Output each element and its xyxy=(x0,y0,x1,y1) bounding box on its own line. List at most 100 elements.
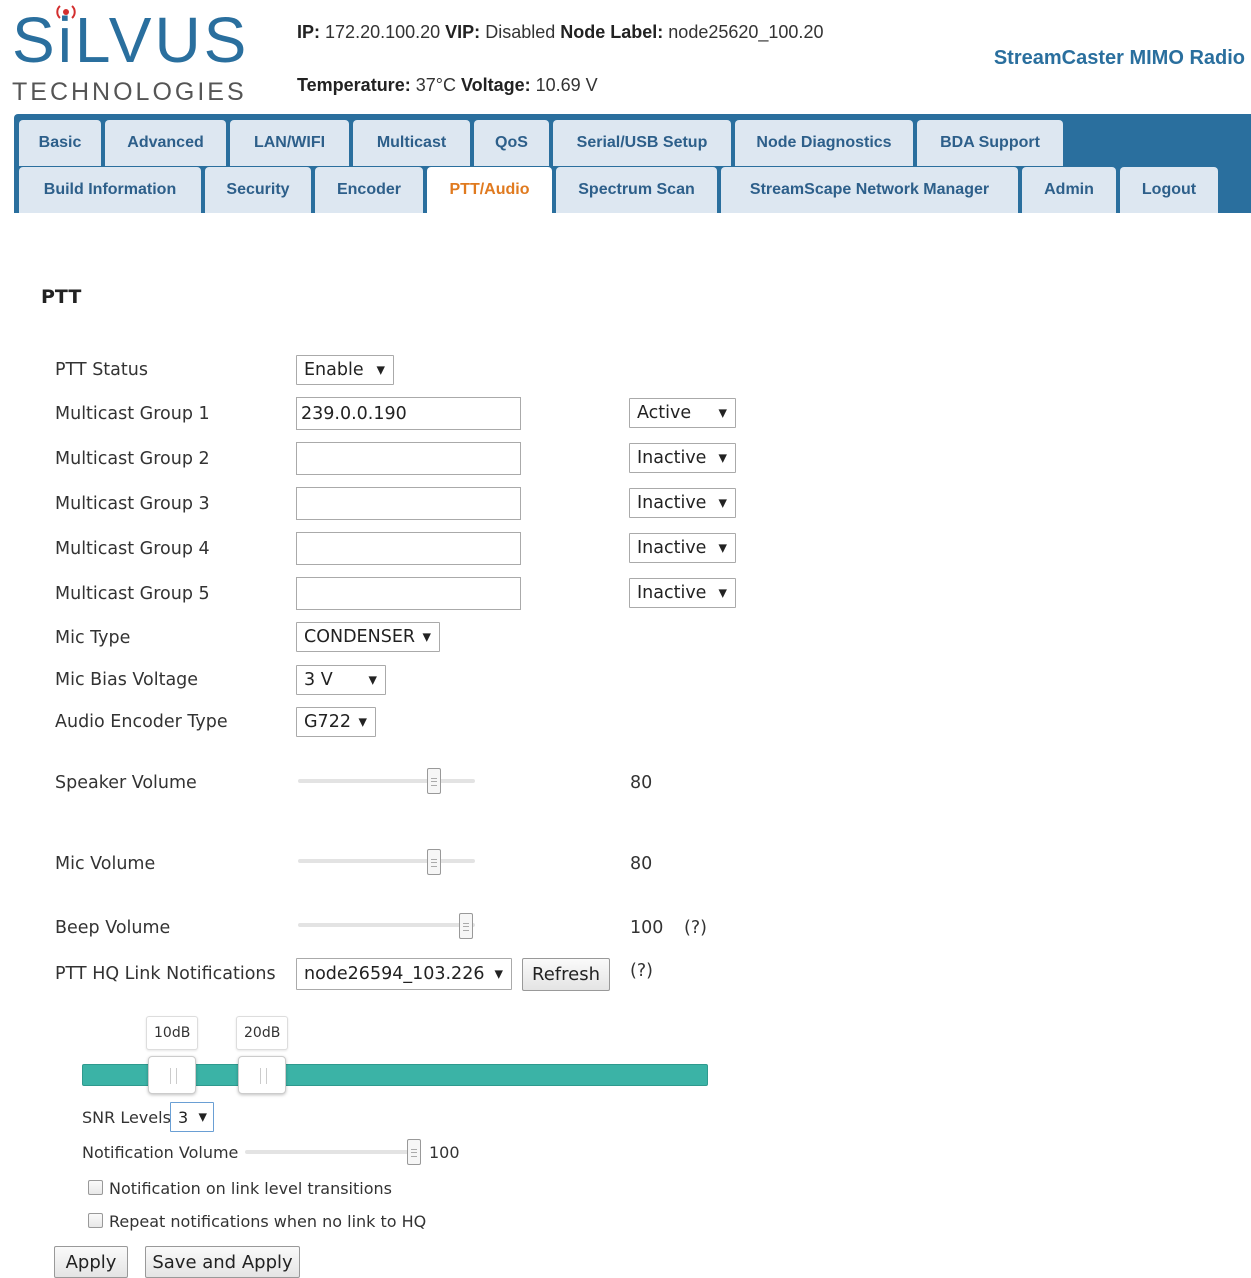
mic-volume-slider[interactable] xyxy=(298,859,475,863)
tab-bar: Basic Advanced LAN/WIFI Multicast QoS Se… xyxy=(14,114,1251,213)
logo-i-with-signal: i xyxy=(56,5,76,72)
node-label-value: node25620_100.20 xyxy=(668,22,824,42)
snr-low-handle[interactable] xyxy=(148,1056,196,1094)
temperature-label: Temperature: xyxy=(297,75,411,95)
multicast-group-2-input[interactable] xyxy=(296,442,521,475)
ptt-status-value: Enable xyxy=(304,360,364,380)
multicast-group-3-state-select[interactable]: Inactive ▼ xyxy=(629,488,736,518)
logo-subtitle: TECHNOLOGIES xyxy=(12,78,247,106)
notify-transitions-checkbox[interactable] xyxy=(88,1180,103,1195)
notification-volume-slider[interactable] xyxy=(245,1150,421,1154)
dropdown-arrow-icon: ▼ xyxy=(422,630,431,644)
mic-type-select[interactable]: CONDENSER ▼ xyxy=(296,622,440,652)
notification-volume-label: Notification Volume xyxy=(82,1143,239,1162)
multicast-group-5-label: Multicast Group 5 xyxy=(55,584,210,604)
hq-help-link[interactable]: (?) xyxy=(630,961,653,981)
dropdown-arrow-icon: ▼ xyxy=(718,541,727,555)
multicast-group-2-state-select[interactable]: Inactive ▼ xyxy=(629,443,736,473)
tab-spectrum-scan[interactable]: Spectrum Scan xyxy=(556,167,717,213)
mic-type-label: Mic Type xyxy=(55,628,131,648)
speaker-volume-value: 80 xyxy=(630,773,653,793)
multicast-group-2-label: Multicast Group 2 xyxy=(55,449,210,469)
tab-build-information[interactable]: Build Information xyxy=(19,167,201,213)
mic-volume-handle[interactable] xyxy=(427,849,441,875)
multicast-group-3-input[interactable] xyxy=(296,487,521,520)
beep-volume-slider[interactable] xyxy=(298,923,475,927)
multicast-group-5-state-select[interactable]: Inactive ▼ xyxy=(629,578,736,608)
dropdown-arrow-icon: ▼ xyxy=(718,406,727,420)
tab-lan-wifi[interactable]: LAN/WIFI xyxy=(230,120,349,166)
mic-volume-label: Mic Volume xyxy=(55,854,156,874)
tab-ptt-audio[interactable]: PTT/Audio xyxy=(427,167,552,213)
multicast-group-2-state: Inactive xyxy=(637,448,707,468)
beep-volume-help-link[interactable]: (?) xyxy=(684,918,707,938)
multicast-group-1-input[interactable]: 239.0.0.190 xyxy=(296,397,521,430)
speaker-volume-handle[interactable] xyxy=(427,768,441,794)
apply-button[interactable]: Apply xyxy=(54,1246,128,1278)
dropdown-arrow-icon: ▼ xyxy=(494,967,503,981)
multicast-group-4-state-select[interactable]: Inactive ▼ xyxy=(629,533,736,563)
status-line-2: Temperature: 37°C Voltage: 10.69 V xyxy=(297,75,598,96)
product-name: StreamCaster MIMO Radio xyxy=(993,47,1245,69)
multicast-group-4-state: Inactive xyxy=(637,538,707,558)
tab-multicast[interactable]: Multicast xyxy=(353,120,470,166)
tab-basic[interactable]: Basic xyxy=(19,120,101,166)
mic-volume-value: 80 xyxy=(630,854,653,874)
vip-label: VIP: xyxy=(445,22,481,42)
dropdown-arrow-icon: ▼ xyxy=(368,673,377,687)
multicast-group-4-label: Multicast Group 4 xyxy=(55,539,210,559)
logo-letters-lvus: LVUS xyxy=(74,4,250,76)
audio-encoder-select[interactable]: G722 ▼ xyxy=(296,707,376,737)
temperature-value: 37°C xyxy=(415,75,456,95)
node-label-label: Node Label: xyxy=(560,22,664,42)
silvus-logo: SiLVUS TECHNOLOGIES xyxy=(12,4,272,108)
tab-qos[interactable]: QoS xyxy=(474,120,549,166)
tab-admin[interactable]: Admin xyxy=(1022,167,1116,213)
tab-security[interactable]: Security xyxy=(205,167,311,213)
dropdown-arrow-icon: ▼ xyxy=(376,363,385,377)
snr-levels-label: SNR Levels xyxy=(82,1108,171,1127)
mic-bias-select[interactable]: 3 V ▼ xyxy=(296,665,386,695)
ptt-section-title: PTT xyxy=(41,286,82,308)
hq-link-notifications-label: PTT HQ Link Notifications xyxy=(55,964,276,984)
dropdown-arrow-icon: ▼ xyxy=(718,586,727,600)
beep-volume-label: Beep Volume xyxy=(55,918,171,938)
voltage-label: Voltage: xyxy=(460,75,531,95)
logo-wordmark: SiLVUS xyxy=(12,5,249,72)
speaker-volume-label: Speaker Volume xyxy=(55,773,197,793)
hq-node-select[interactable]: node26594_103.226 ▼ xyxy=(296,958,512,990)
refresh-button[interactable]: Refresh xyxy=(522,958,610,991)
tab-advanced[interactable]: Advanced xyxy=(105,120,226,166)
repeat-notifications-label: Repeat notifications when no link to HQ xyxy=(109,1212,427,1231)
ptt-status-select[interactable]: Enable ▼ xyxy=(296,355,394,385)
multicast-group-5-state: Inactive xyxy=(637,583,707,603)
tab-streamscape-network-manager[interactable]: StreamScape Network Manager xyxy=(721,167,1018,213)
beep-volume-value: 100 xyxy=(630,918,664,938)
tab-node-diagnostics[interactable]: Node Diagnostics xyxy=(735,120,913,166)
multicast-group-1-state: Active xyxy=(637,403,692,423)
vip-value: Disabled xyxy=(485,22,556,42)
audio-encoder-value: G722 xyxy=(304,712,351,732)
mic-bias-label: Mic Bias Voltage xyxy=(55,670,199,690)
tab-bda-support[interactable]: BDA Support xyxy=(917,120,1063,166)
notification-volume-handle[interactable] xyxy=(407,1139,421,1165)
save-and-apply-button[interactable]: Save and Apply xyxy=(145,1246,300,1278)
dropdown-arrow-icon: ▼ xyxy=(718,496,727,510)
snr-high-handle[interactable] xyxy=(238,1056,286,1094)
notification-volume-value: 100 xyxy=(429,1143,460,1162)
speaker-volume-slider[interactable] xyxy=(298,779,475,783)
multicast-group-1-state-select[interactable]: Active ▼ xyxy=(629,398,736,428)
audio-encoder-label: Audio Encoder Type xyxy=(55,712,228,732)
tab-encoder[interactable]: Encoder xyxy=(315,167,423,213)
ptt-status-label: PTT Status xyxy=(55,360,148,380)
multicast-group-4-input[interactable] xyxy=(296,532,521,565)
tab-serial-usb-setup[interactable]: Serial/USB Setup xyxy=(553,120,731,166)
repeat-notifications-checkbox[interactable] xyxy=(88,1213,103,1228)
multicast-group-5-input[interactable] xyxy=(296,577,521,610)
snr-levels-select[interactable]: 3 ▼ xyxy=(170,1102,214,1132)
tab-logout[interactable]: Logout xyxy=(1120,167,1218,213)
logo-letter-s: S xyxy=(12,4,58,76)
ip-value: 172.20.100.20 xyxy=(325,22,441,42)
beep-volume-handle[interactable] xyxy=(459,913,473,939)
dropdown-arrow-icon: ▼ xyxy=(198,1110,207,1124)
